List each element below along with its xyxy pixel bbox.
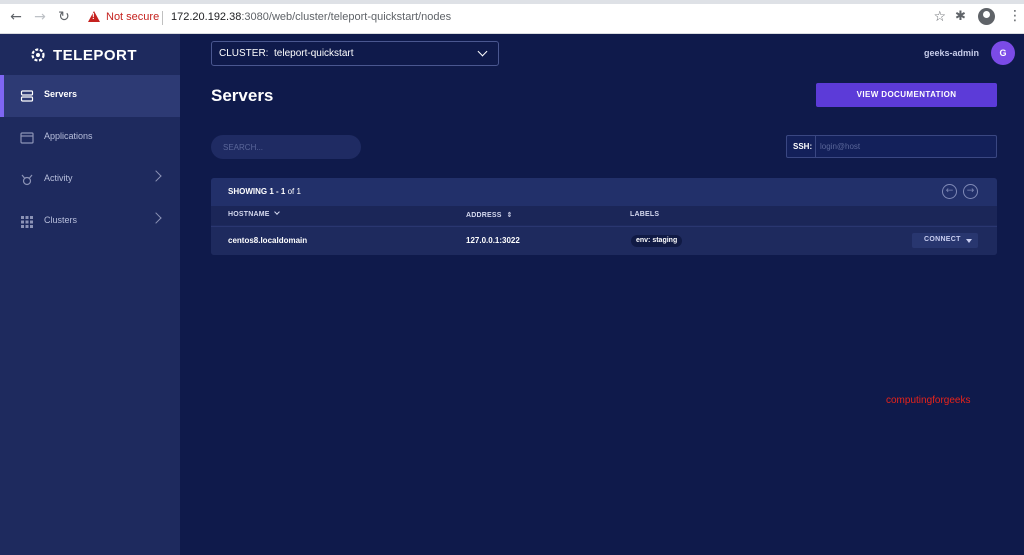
prev-page-icon[interactable]: ← [942,184,957,199]
ssh-input[interactable] [820,139,990,154]
sidebar-item-servers[interactable]: Servers [0,75,180,117]
profile-icon[interactable] [978,8,995,25]
chevron-right-icon [150,212,162,224]
username[interactable]: geeks-admin [924,48,979,58]
ssh-label: SSH: [793,142,813,151]
table-row: centos8.localdomain 127.0.0.1:3022 env: … [211,226,997,255]
sidebar-item-applications[interactable]: Applications [0,117,180,159]
page-title: Servers [211,86,274,105]
chevron-down-icon [477,46,488,57]
address-divider [162,11,163,25]
avatar[interactable]: G [991,41,1015,65]
hostname-cell: centos8.localdomain [228,236,308,245]
browser-menu-icon[interactable]: ⋮ [1008,8,1022,24]
ssh-divider [815,136,816,157]
address-cell: 127.0.0.1:3022 [466,236,520,245]
logo-text: TELEPORT [53,46,138,64]
sidebar-item-label: Servers [44,89,78,99]
sort-icon: ⇕ [506,211,513,219]
ssh-login-field[interactable]: SSH: [786,135,997,158]
chevron-right-icon [150,170,162,182]
sort-desc-icon [273,209,280,215]
view-documentation-button[interactable]: VIEW DOCUMENTATION [816,83,997,107]
reload-icon[interactable]: ↻ [56,9,72,25]
teleport-logo-icon [31,48,45,62]
watermark: computingforgeeks [886,395,971,406]
sidebar: TELEPORT Servers Applications Activity C… [0,34,180,555]
browser-toolbar: ← → ↻ ! Not secure 172.20.192.38:3080/we… [0,0,1024,34]
security-status[interactable]: Not secure [106,11,159,23]
cluster-select[interactable]: CLUSTER: teleport-quickstart [211,41,499,66]
table-header: HOSTNAME ADDRESS ⇕ LABELS [211,206,997,225]
cluster-select-value: CLUSTER: teleport-quickstart [219,48,354,59]
sidebar-item-label: Applications [44,131,93,141]
back-icon[interactable]: ← [8,9,24,25]
next-page-icon[interactable]: → [963,184,978,199]
sidebar-item-activity[interactable]: Activity [0,159,180,201]
label-chip: env: staging [631,235,683,247]
server-icon [20,90,34,102]
column-header-hostname[interactable]: HOSTNAME [228,209,280,218]
extensions-icon[interactable]: ✱ [955,9,966,24]
column-header-labels: LABELS [630,211,660,218]
sidebar-item-label: Activity [44,173,73,183]
forward-icon[interactable]: → [32,9,48,25]
column-header-address[interactable]: ADDRESS ⇕ [466,211,513,219]
showing-count: SHOWING 1 - 1 of 1 [228,187,301,196]
connect-label: CONNECT [924,236,961,243]
connect-button[interactable]: CONNECT [912,233,978,248]
servers-table: SHOWING 1 - 1 of 1 ← → HOSTNAME ADDRESS ⇕… [211,178,997,255]
activity-icon [21,174,33,186]
sidebar-item-clusters[interactable]: Clusters [0,201,180,243]
table-pager-bar: SHOWING 1 - 1 of 1 ← → [211,178,997,206]
search-input[interactable] [211,135,361,159]
bookmark-star-icon[interactable]: ☆ [933,9,946,25]
url-text[interactable]: 172.20.192.38:3080/web/cluster/teleport-… [171,11,451,23]
caret-down-icon [966,239,972,243]
application-icon [20,132,34,144]
sidebar-item-label: Clusters [44,215,78,225]
clusters-icon [21,216,33,228]
tab-strip [0,0,1024,4]
teleport-logo[interactable]: TELEPORT [30,45,137,65]
address-bar[interactable]: ! Not secure 172.20.192.38:3080/web/clus… [82,6,952,30]
